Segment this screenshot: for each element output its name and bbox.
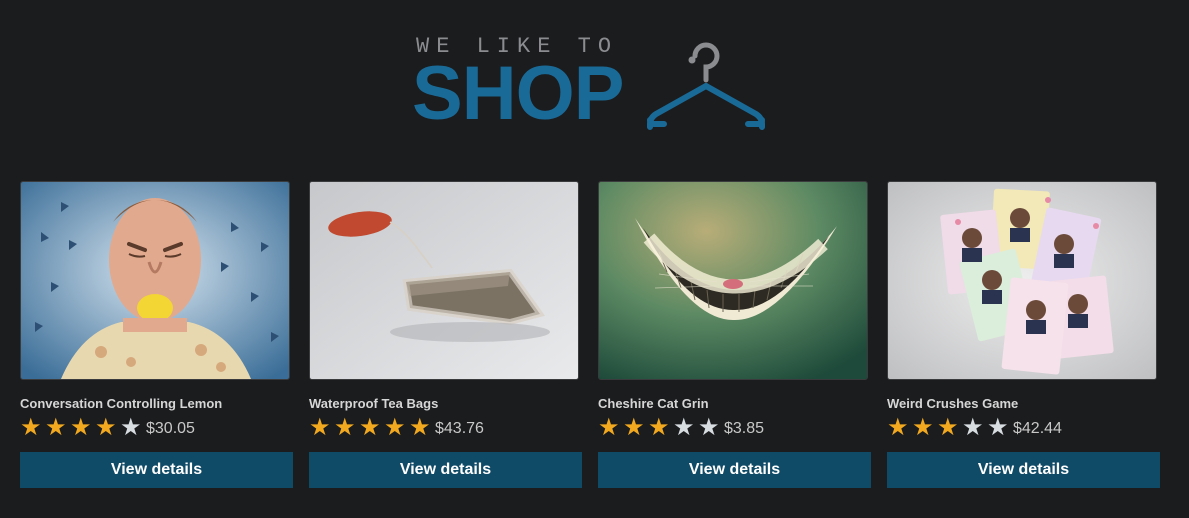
product-card: Waterproof Tea Bags ★ ★ ★ ★ ★ $43.76 View de… — [309, 181, 598, 488]
star-filled-icon: ★ — [912, 413, 934, 441]
view-details-button[interactable]: View details — [598, 452, 871, 488]
view-details-button[interactable]: View details — [309, 452, 582, 488]
product-title[interactable]: Conversation Controlling Lemon — [20, 396, 309, 411]
star-empty-icon: ★ — [698, 413, 720, 441]
view-details-button[interactable]: View details — [887, 452, 1160, 488]
star-filled-icon: ★ — [334, 413, 356, 441]
star-filled-icon: ★ — [309, 413, 331, 441]
product-price: $43.76 — [435, 419, 484, 437]
product-card: Cheshire Cat Grin ★ ★ ★ ★ ★ $3.85 View detai… — [598, 181, 887, 488]
product-grid: Conversation Controlling Lemon ★ ★ ★ ★ ★ $30… — [20, 181, 1176, 488]
star-filled-icon: ★ — [95, 413, 117, 441]
star-filled-icon: ★ — [359, 413, 381, 441]
product-card: Conversation Controlling Lemon ★ ★ ★ ★ ★ $30… — [20, 181, 309, 488]
view-details-button[interactable]: View details — [20, 452, 293, 488]
product-title[interactable]: Weird Crushes Game — [887, 396, 1176, 411]
rating-stars: ★ ★ ★ ★ ★ — [887, 415, 1012, 439]
product-image-crushes-game[interactable] — [887, 181, 1157, 380]
star-empty-icon: ★ — [120, 413, 142, 441]
product-title[interactable]: Cheshire Cat Grin — [598, 396, 887, 411]
star-filled-icon: ★ — [648, 413, 670, 441]
star-filled-icon: ★ — [937, 413, 959, 441]
product-price: $3.85 — [724, 419, 765, 437]
star-filled-icon: ★ — [887, 413, 909, 441]
rating-stars: ★ ★ ★ ★ ★ — [598, 415, 723, 439]
site-logo[interactable]: WE LIKE TO SHOP — [412, 34, 772, 134]
star-filled-icon: ★ — [384, 413, 406, 441]
product-card: Weird Crushes Game ★ ★ ★ ★ ★ $42.44 View det… — [887, 181, 1176, 488]
star-empty-icon: ★ — [962, 413, 984, 441]
product-image-cheshire-grin[interactable] — [598, 181, 868, 380]
product-title[interactable]: Waterproof Tea Bags — [309, 396, 598, 411]
star-filled-icon: ★ — [20, 413, 42, 441]
rating-stars: ★ ★ ★ ★ ★ — [309, 415, 434, 439]
star-filled-icon: ★ — [623, 413, 645, 441]
star-filled-icon: ★ — [598, 413, 620, 441]
rating-stars: ★ ★ ★ ★ ★ — [20, 415, 145, 439]
star-filled-icon: ★ — [45, 413, 67, 441]
star-empty-icon: ★ — [987, 413, 1009, 441]
product-image-tea-bags[interactable] — [309, 181, 579, 380]
star-empty-icon: ★ — [673, 413, 695, 441]
product-price: $42.44 — [1013, 419, 1062, 437]
star-filled-icon: ★ — [70, 413, 92, 441]
product-image-lemon[interactable] — [20, 181, 290, 380]
star-filled-icon: ★ — [409, 413, 431, 441]
hanger-icon — [647, 42, 765, 130]
logo-word: SHOP — [412, 51, 624, 136]
product-price: $30.05 — [146, 419, 195, 437]
